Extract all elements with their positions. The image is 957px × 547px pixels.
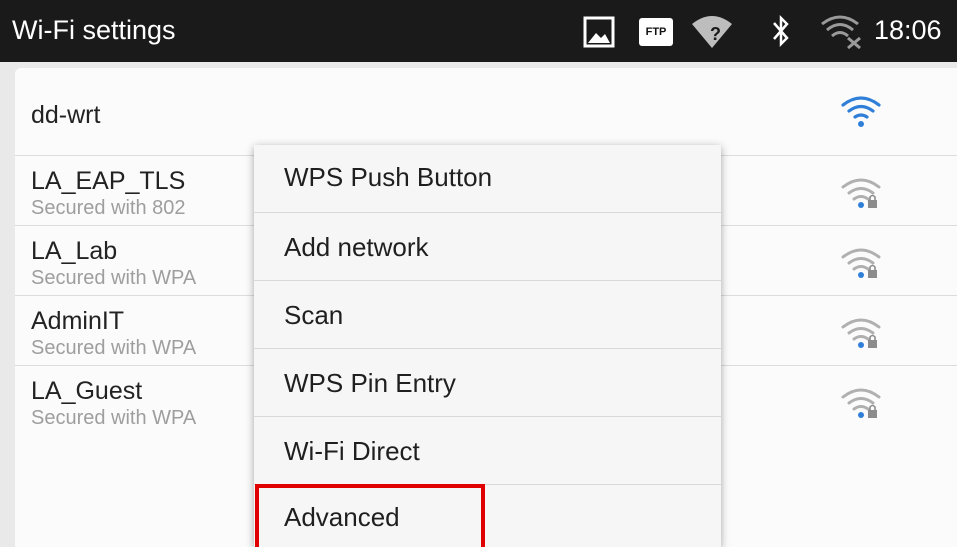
menu-item-wps-push-button[interactable]: WPS Push Button xyxy=(254,145,721,213)
wifi-locked-icon xyxy=(841,248,881,278)
network-security: Secured with WPA xyxy=(31,407,197,429)
network-name: dd-wrt xyxy=(31,101,101,129)
bluetooth-icon xyxy=(773,14,789,48)
clock: 18:06 xyxy=(874,15,942,45)
wifi-settings-screen: Wi-Fi settings FTP ? 18:06 dd-wrt LA_EAP… xyxy=(0,0,957,547)
network-security: Secured with WPA xyxy=(31,267,197,289)
menu-item-label: WPS Pin Entry xyxy=(284,368,456,398)
menu-item-label: Wi-Fi Direct xyxy=(284,436,420,466)
menu-item-label: Add network xyxy=(284,232,429,262)
menu-item-add-network[interactable]: Add network xyxy=(254,213,721,281)
network-security: Secured with 802 xyxy=(31,197,186,219)
wifi-no-signal-icon xyxy=(821,15,861,50)
ftp-icon: FTP xyxy=(639,18,673,46)
ftp-label: FTP xyxy=(645,26,667,38)
image-icon xyxy=(583,16,615,48)
wifi-locked-icon xyxy=(841,178,881,208)
menu-item-scan[interactable]: Scan xyxy=(254,281,721,349)
svg-text:?: ? xyxy=(710,24,721,44)
network-row[interactable]: dd-wrt xyxy=(15,68,957,156)
wifi-locked-icon xyxy=(841,388,881,418)
highlight-box xyxy=(255,484,485,547)
network-name: LA_Lab xyxy=(31,237,118,265)
menu-item-label: Scan xyxy=(284,300,344,330)
page-title: Wi-Fi settings xyxy=(12,15,176,45)
network-security: Secured with WPA xyxy=(31,337,197,359)
menu-item-label: WPS Push Button xyxy=(284,162,493,192)
wifi-question-icon: ? xyxy=(692,16,732,48)
network-name: LA_EAP_TLS xyxy=(31,167,186,195)
network-name: LA_Guest xyxy=(31,377,143,405)
wifi-open-icon xyxy=(841,96,881,127)
menu-item-wifi-direct[interactable]: Wi-Fi Direct xyxy=(254,417,721,485)
wifi-locked-icon xyxy=(841,318,881,348)
status-bar: Wi-Fi settings FTP ? 18:06 xyxy=(0,0,957,62)
menu-item-wps-pin-entry[interactable]: WPS Pin Entry xyxy=(254,349,721,417)
network-name: AdminIT xyxy=(31,307,125,335)
